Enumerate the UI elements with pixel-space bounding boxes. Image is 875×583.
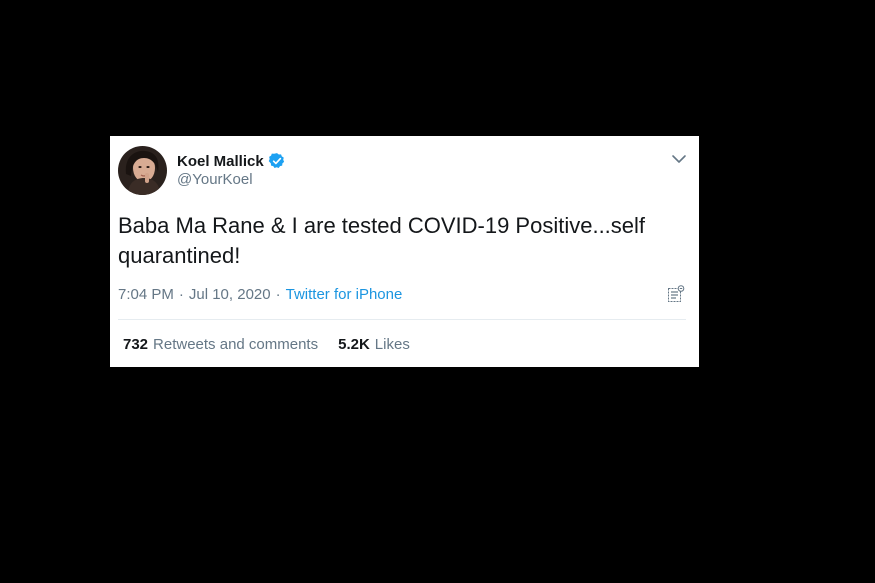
likes-stat[interactable]: 5.2K Likes (338, 336, 410, 353)
retweets-count: 732 (123, 336, 149, 353)
chevron-down-icon[interactable] (669, 151, 689, 167)
likes-label: Likes (374, 336, 410, 353)
verified-badge-icon (268, 152, 286, 170)
meta-separator: · (275, 286, 281, 303)
likes-count: 5.2K (338, 336, 370, 353)
retweets-stat[interactable]: 732 Retweets and comments (123, 336, 318, 353)
avatar-image (118, 146, 167, 195)
tweet-time[interactable]: 7:04 PM (118, 286, 174, 303)
avatar[interactable] (118, 146, 167, 195)
tweet-text: Baba Ma Rane & I are tested COVID-19 Pos… (118, 213, 646, 268)
author-handle[interactable]: @YourKoel (177, 171, 253, 188)
analytics-icon[interactable] (667, 285, 685, 303)
author-name[interactable]: Koel Mallick (177, 153, 264, 170)
tweet-date[interactable]: Jul 10, 2020 (189, 286, 271, 303)
author-name-row[interactable]: Koel Mallick (177, 151, 286, 171)
tweet-card: Koel Mallick @YourKoel Baba Ma Rane & I … (110, 136, 699, 367)
meta-separator: · (178, 286, 184, 303)
tweet-source-link[interactable]: Twitter for iPhone (286, 286, 403, 303)
divider (118, 319, 686, 320)
tweet-meta: 7:04 PM · Jul 10, 2020 · Twitter for iPh… (118, 286, 402, 303)
tweet-stats: 732 Retweets and comments 5.2K Likes (123, 336, 410, 353)
retweets-label: Retweets and comments (153, 336, 319, 353)
